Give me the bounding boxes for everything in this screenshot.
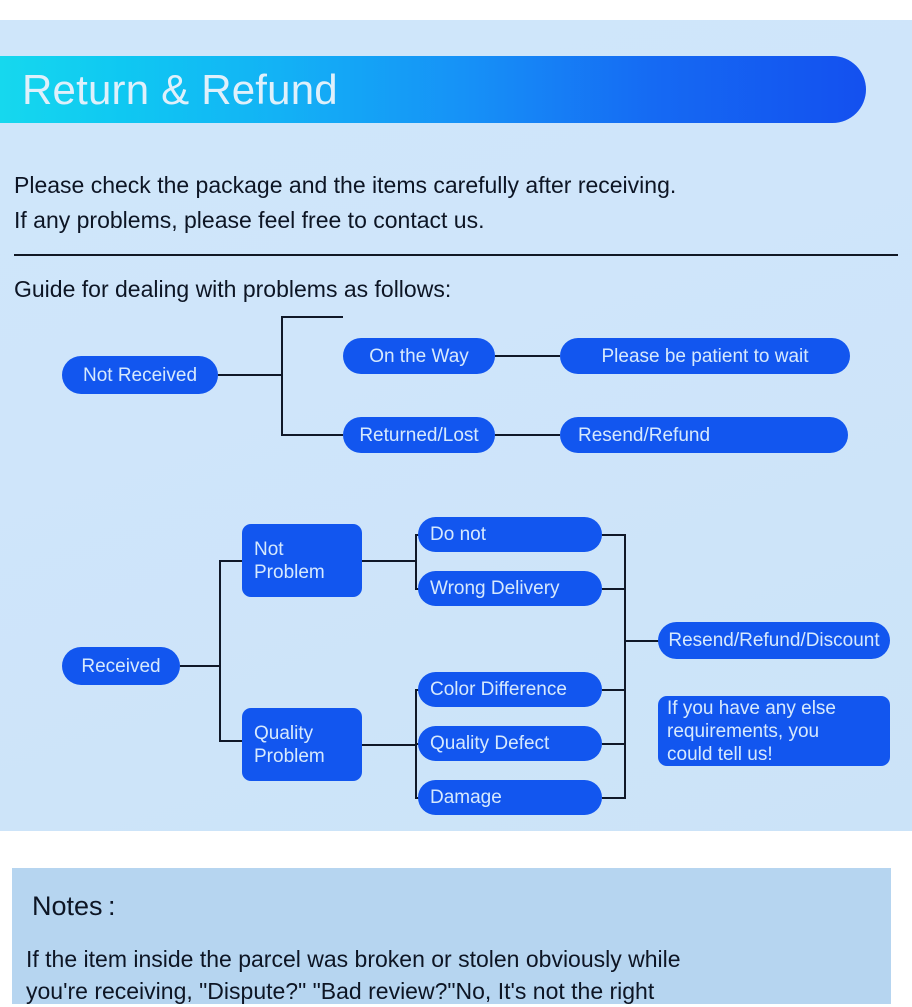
notes-line-1: If the item inside the parcel was broken…: [26, 946, 681, 972]
flow2-connector-merge-1: [602, 534, 626, 536]
intro-line-1: Please check the package and the items c…: [14, 172, 677, 198]
flow2-connector-root: [180, 665, 220, 667]
flow2-item-2-label: Wrong Delivery: [430, 578, 560, 599]
notes-title: Notes :: [32, 891, 116, 921]
flow2-item-quality-defect: Quality Defect: [418, 726, 602, 761]
flow2-connector-category-2: [219, 740, 243, 742]
flow1-connector-root: [218, 374, 282, 376]
flow1-root-not-received: Not Received: [62, 356, 218, 394]
flow2-item-4-label: Quality Defect: [430, 733, 550, 754]
flow2-item-damage: Damage: [418, 780, 602, 815]
flow1-branch-2-label: Returned/Lost: [359, 424, 479, 446]
flow2-root-label: Received: [81, 655, 161, 677]
flow2-connector-category-1: [219, 560, 243, 562]
flow2-category-not-problem: Not Problem: [242, 524, 362, 597]
main-panel: Return & Refund Please check the package…: [0, 20, 912, 831]
intro-text: Please check the package and the items c…: [14, 168, 894, 238]
flow2-item-5-label: Damage: [430, 787, 502, 808]
flow2-outcome-extra-requirements: If you have any else requirements, you c…: [658, 696, 890, 766]
flow2-outcome-2-label: If you have any else requirements, you c…: [667, 697, 836, 765]
flow2-connector-category-bus: [219, 560, 221, 741]
flow1-connector-branch-1: [281, 316, 343, 318]
guide-heading: Guide for dealing with problems as follo…: [14, 276, 452, 302]
flow2-root-received: Received: [62, 647, 180, 685]
flow1-branch-returned-lost: Returned/Lost: [343, 417, 495, 453]
flow1-result-resend-refund: Resend/Refund: [560, 417, 848, 453]
flow2-connector-cat2-out: [362, 744, 416, 746]
flow1-root-label: Not Received: [82, 364, 198, 386]
flow1-connector-result-1: [495, 355, 560, 357]
flow2-category-2-label: Quality Problem: [254, 722, 325, 767]
section-divider: [14, 254, 898, 256]
flow2-item-do-not: Do not: [418, 517, 602, 552]
flow2-outcome-resend-refund-discount: Resend/Refund/Discount: [658, 622, 890, 659]
flow2-category-quality-problem: Quality Problem: [242, 708, 362, 781]
flow2-item-1-label: Do not: [430, 524, 486, 545]
flow1-connector-branch-2: [281, 434, 343, 436]
flow1-result-2-label: Resend/Refund: [578, 424, 711, 446]
flow2-category-1-label: Not Problem: [254, 538, 325, 583]
notes-panel: Notes : If the item inside the parcel wa…: [12, 868, 891, 1004]
page-title: Return & Refund: [22, 65, 338, 113]
flow1-connector-bus: [281, 316, 283, 436]
header-banner: Return & Refund: [0, 56, 866, 123]
flow2-connector-cat1-item-bus: [415, 534, 417, 589]
flow1-result-please-wait: Please be patient to wait: [560, 338, 850, 374]
flow2-outcome-1-label: Resend/Refund/Discount: [668, 630, 880, 651]
flow2-connector-merge-4: [602, 743, 626, 745]
flow2-connector-outcome: [624, 640, 660, 642]
flow2-item-color-difference: Color Difference: [418, 672, 602, 707]
flow1-branch-1-label: On the Way: [369, 345, 469, 367]
return-refund-infographic: Return & Refund Please check the package…: [0, 0, 912, 1004]
flow2-item-wrong-delivery: Wrong Delivery: [418, 571, 602, 606]
flow2-connector-merge-5: [602, 797, 626, 799]
notes-body: If the item inside the parcel was broken…: [26, 943, 886, 1007]
flow2-connector-cat1-out: [362, 560, 416, 562]
flow1-connector-result-2: [495, 434, 560, 436]
flow2-connector-merge-2: [602, 588, 626, 590]
flow2-connector-merge-3: [602, 689, 626, 691]
intro-line-2: If any problems, please feel free to con…: [14, 207, 485, 233]
flow1-branch-on-the-way: On the Way: [343, 338, 495, 374]
flow1-result-1-label: Please be patient to wait: [601, 345, 809, 367]
flow2-connector-merge-bus: [624, 534, 626, 799]
flow2-item-3-label: Color Difference: [430, 679, 567, 700]
notes-line-2: you're receiving, "Dispute?" "Bad review…: [26, 978, 655, 1004]
